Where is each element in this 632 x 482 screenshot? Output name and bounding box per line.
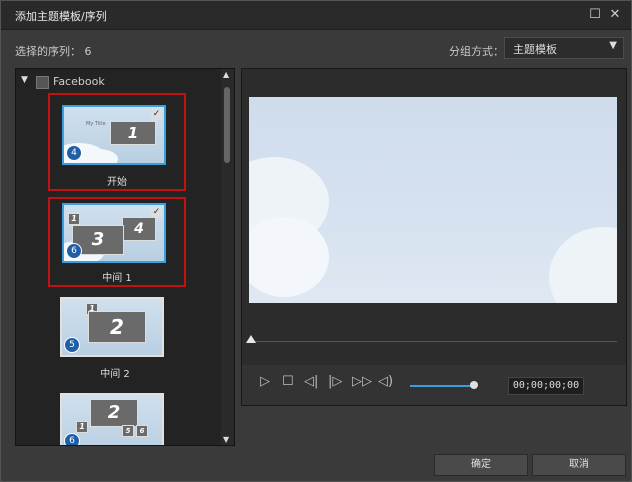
slide-number: 1 xyxy=(76,421,88,433)
group-by-dropdown[interactable]: 主题模板 ▼ xyxy=(504,37,624,59)
slide-number: 1 xyxy=(110,121,156,145)
scroll-thumb[interactable] xyxy=(224,87,230,163)
volume-icon[interactable]: ◁) xyxy=(378,374,393,389)
count-badge: 6 xyxy=(64,433,80,445)
slide-number: 2 xyxy=(88,311,146,343)
slide-title-text: My Title xyxy=(86,121,106,127)
scroll-down-icon[interactable]: ▼ xyxy=(223,435,229,444)
ok-button[interactable]: 确定 xyxy=(434,454,528,476)
slide-number: 2 xyxy=(90,399,138,427)
slide-number: 6 xyxy=(136,425,148,437)
close-icon[interactable]: ✕ xyxy=(607,7,623,23)
count-badge: 4 xyxy=(66,145,82,161)
group-checkbox[interactable] xyxy=(36,76,49,89)
player-controls: ▷ ☐ ◁| |▷ ▷▷ ◁) 00;00;00;00 xyxy=(242,365,626,405)
list-item[interactable]: 2 1 5 6 6 xyxy=(48,391,182,445)
title-bar: 添加主题模板/序列 ☐ ✕ xyxy=(1,1,631,30)
slide-number: 4 xyxy=(122,217,156,241)
count-badge: 5 xyxy=(64,337,80,353)
volume-slider[interactable] xyxy=(410,385,474,387)
count-badge: 6 xyxy=(66,243,82,259)
play-icon[interactable]: ▷ xyxy=(260,374,270,389)
chevron-down-icon: ▼ xyxy=(609,40,617,51)
fast-forward-icon[interactable]: ▷▷ xyxy=(352,374,372,389)
dialog-window: 添加主题模板/序列 ☐ ✕ 选择的序列： 6 分组方式： 主题模板 ▼ ▼ Fa… xyxy=(0,0,632,482)
selected-count-label: 选择的序列： 6 xyxy=(15,45,92,58)
dialog-title: 添加主题模板/序列 xyxy=(15,10,107,23)
item-caption: 中间 1 xyxy=(102,273,132,284)
cancel-button[interactable]: 取消 xyxy=(532,454,626,476)
preview-area xyxy=(249,97,617,303)
thumbnail: My Title 1 4 ✓ xyxy=(62,105,166,165)
playhead-handle[interactable] xyxy=(246,335,256,343)
group-name: Facebook xyxy=(53,75,105,88)
stop-icon[interactable]: ☐ xyxy=(282,374,294,389)
template-list: ▼ Facebook My Title 1 4 ✓ 开始 1 4 3 6 ✓ 中… xyxy=(15,68,235,446)
list-item[interactable]: My Title 1 4 ✓ 开始 xyxy=(48,93,186,191)
slide-number: 5 xyxy=(122,425,134,437)
check-icon[interactable]: ✓ xyxy=(151,109,162,120)
scrollbar[interactable]: ▲ ▼ xyxy=(221,69,234,445)
previous-frame-icon[interactable]: ◁| xyxy=(304,374,318,389)
maximize-icon[interactable]: ☐ xyxy=(587,7,603,23)
item-caption: 开始 xyxy=(107,177,127,188)
expand-triangle-icon[interactable]: ▼ xyxy=(21,75,28,85)
thumbnail: 1 4 3 6 ✓ xyxy=(62,203,166,263)
thumbnail: 2 1 5 6 6 xyxy=(60,393,164,445)
check-icon[interactable]: ✓ xyxy=(151,207,162,218)
slide-number: 1 xyxy=(68,213,80,225)
volume-knob[interactable] xyxy=(470,381,478,389)
timecode-display: 00;00;00;00 xyxy=(508,377,584,395)
thumbnail: 1 2 5 xyxy=(60,297,164,357)
options-bar: 选择的序列： 6 分组方式： 主题模板 ▼ xyxy=(1,30,631,66)
timeline-track[interactable] xyxy=(249,341,617,342)
group-by-label: 分组方式： xyxy=(449,45,504,58)
list-item[interactable]: 1 2 5 中间 2 xyxy=(48,295,182,381)
next-frame-icon[interactable]: |▷ xyxy=(328,374,342,389)
preview-panel: ▷ ☐ ◁| |▷ ▷▷ ◁) 00;00;00;00 xyxy=(241,68,627,406)
list-item[interactable]: 1 4 3 6 ✓ 中间 1 xyxy=(48,197,186,287)
group-by-value: 主题模板 xyxy=(513,43,557,56)
scroll-up-icon[interactable]: ▲ xyxy=(223,70,229,79)
item-caption: 中间 2 xyxy=(100,369,130,380)
